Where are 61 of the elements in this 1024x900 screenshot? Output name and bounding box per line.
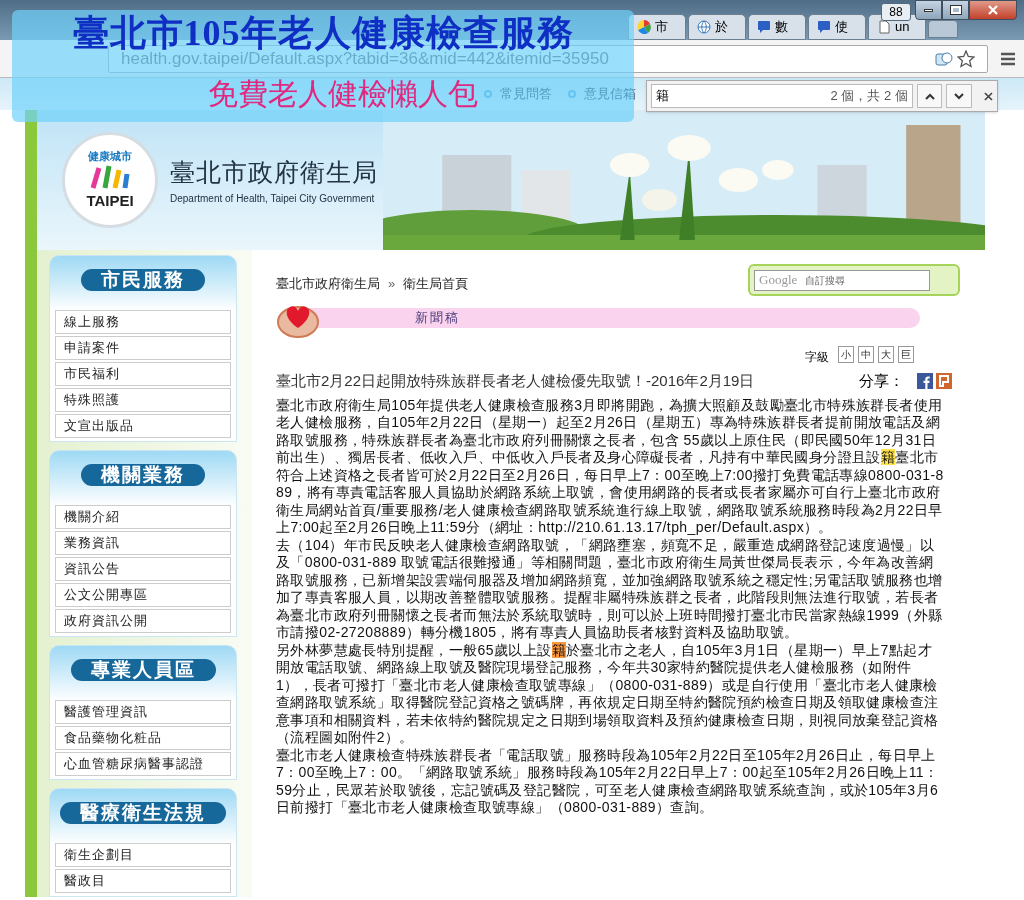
sidebar-link[interactable]: 衛生企劃目	[55, 843, 231, 867]
page-icon	[877, 20, 891, 34]
font-size-button[interactable]: 大	[878, 345, 894, 363]
font-size-button[interactable]: 巨	[898, 345, 914, 363]
font-size-label: 字級	[805, 349, 829, 366]
sidebar-link[interactable]: 文宣出版品	[55, 414, 231, 438]
sidebar-link[interactable]: 食品藥物化粧品	[55, 726, 231, 750]
sidebar-link[interactable]: 醫政目	[55, 869, 231, 893]
chevron-up-icon	[924, 92, 935, 100]
sidebar-link[interactable]: 機關介紹	[55, 505, 231, 529]
sidebar-link[interactable]: 公文公開專區	[55, 583, 231, 607]
overlay-subtitle: 免費老人健檢懶人包	[208, 76, 478, 112]
browser-tab[interactable]: 於	[688, 14, 746, 40]
sidebar-link[interactable]: 線上服務	[55, 310, 231, 334]
search-field[interactable]: Google 自訂搜尋	[754, 269, 930, 291]
article-paragraph: 去（104）年市民反映老人健康檢查網路取號，「網路壅塞，頻寬不足，嚴重造成網路登記速度過慢」以及「0800-031-889 取號電話很難撥通」等相關問題，臺北市政府衛生局黃世傑局長表示，今年為改善網路取號服務，已新增架設雲端伺服器及增加網路頻寬，並加強網路取號系統之穩定性;另電話取號服務也增加了專責客服人員，以期改善整體取號服務。提醒非屬特殊族群之長者，此階段則無法進行取號，若長者為臺北市政府列冊關懷之長者而無法於系統取號時，則可以於上班時間撥打臺北市民當家熱線1999（外縣市請撥02-27208889）轉分機1805，將有專責人員協助長者核對資料及協助取號。	[276, 536, 944, 642]
agency-english-name: Department of Health, Taipei City Government	[170, 192, 376, 207]
browser-tab[interactable]: 數	[748, 14, 806, 40]
previous-match-button[interactable]	[916, 84, 943, 108]
article-title: 臺北市2月22日起開放特殊族群長者老人健檢優先取號！-2016年2月19日	[276, 371, 755, 391]
colorwheel-icon	[637, 20, 651, 34]
globe-icon	[697, 20, 711, 34]
speech-bubble-icon	[817, 20, 831, 34]
close-button[interactable]	[969, 0, 1017, 20]
city-logo: 健康城市 TAIPEI	[62, 132, 158, 228]
close-icon	[988, 5, 998, 15]
chevron-down-icon	[954, 92, 965, 100]
close-icon[interactable]	[984, 91, 993, 101]
maximize-button[interactable]	[942, 0, 969, 20]
overlay-title: 臺北市105年老人健康檢查服務	[72, 14, 574, 52]
section-heading: 機關業務	[81, 464, 205, 486]
section-title: 新聞稿	[415, 309, 460, 328]
sidebar-link[interactable]: 心血管糖尿病醫事認證	[55, 752, 231, 776]
star-icon[interactable]	[957, 49, 975, 68]
speech-bubble-icon	[757, 20, 771, 34]
sidebar-link[interactable]: 醫護管理資訊	[55, 700, 231, 724]
sidebar-link[interactable]: 特殊照護	[55, 388, 231, 412]
find-field[interactable]: 籍 2 個，共 2 個	[651, 84, 913, 108]
breadcrumb-link[interactable]: 臺北市政府衛生局	[276, 274, 380, 294]
section-heading: 市民服務	[81, 269, 205, 291]
agency-name: 臺北市政府衛生局	[170, 156, 378, 188]
section-heading: 醫療衛生法規	[60, 802, 226, 824]
sidebar-link[interactable]: 申請案件	[55, 336, 231, 360]
article-paragraph: 臺北市老人健康檢查特殊族群長者「電話取號」服務時段為105年2月22日至105年2月26日止，每日早上7：00至晚上7：00。「網路取號系統」服務時段為105年2月22日早上7：00起至105年2月26日晚上11：59分止，民眾若於取號後，忘記號碼及登記醫院，可至老人健康檢查網路取號系統查詢，或於105年3月6日前撥打「臺北市老人健康檢查取號專線」（0800-031-889）查詢。	[276, 746, 940, 817]
sidebar-link[interactable]: 政府資訊公開	[55, 609, 231, 633]
font-size-button[interactable]: 中	[858, 345, 874, 363]
sidebar-link[interactable]: 業務資訊	[55, 531, 231, 555]
breadcrumb-link[interactable]: 衛生局首頁	[403, 274, 469, 294]
sidebar-link[interactable]: 市民福利	[55, 362, 231, 386]
minimize-button[interactable]	[915, 0, 942, 20]
section-heading: 專業人員區	[70, 659, 216, 681]
menu-icon[interactable]	[1000, 51, 1016, 66]
sidebar-link[interactable]: 資訊公告	[55, 557, 231, 581]
facebook-icon[interactable]	[917, 373, 933, 390]
font-size-button[interactable]: 小	[838, 345, 854, 363]
breadcrumb-separator: »	[388, 275, 396, 293]
browser-tab[interactable]: 使	[808, 14, 866, 40]
notification-badge: 88	[881, 3, 911, 21]
plurk-icon[interactable]	[936, 373, 952, 390]
next-match-button[interactable]	[946, 84, 973, 108]
share-label: 分享：	[859, 371, 904, 391]
